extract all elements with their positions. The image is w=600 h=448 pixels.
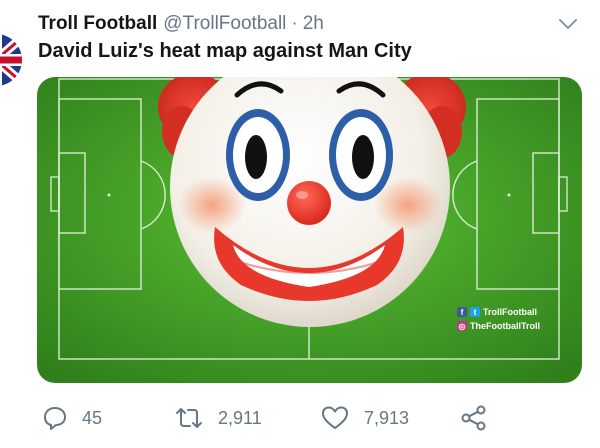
- tweet-actions: 45 2,911 7,913: [38, 398, 600, 438]
- twitter-icon: t: [470, 307, 480, 317]
- facebook-icon: f: [457, 307, 467, 317]
- tweet-time[interactable]: 2h: [303, 13, 324, 35]
- watermark-line2: TheFootballTroll: [470, 321, 540, 331]
- author-avatar[interactable]: [0, 24, 22, 96]
- tweet-header: Troll Football @TrollFootball · 2h: [38, 10, 580, 38]
- header-separator: ·: [291, 13, 298, 34]
- clown-heatmap-illustration: [37, 77, 582, 383]
- share-icon: [460, 405, 488, 431]
- watermark-line1: TrollFootball: [483, 307, 537, 317]
- watermark: f t TrollFootball ◎ TheFootballTroll: [457, 305, 567, 333]
- watermark-row-social: f t TrollFootball: [457, 305, 567, 319]
- tweet-image[interactable]: f t TrollFootball ◎ TheFootballTroll: [37, 77, 582, 383]
- reply-count: 45: [82, 407, 103, 428]
- author-name[interactable]: Troll Football: [38, 13, 157, 35]
- retweet-count: 2,911: [218, 407, 262, 428]
- share-button[interactable]: [460, 398, 488, 438]
- chevron-down-icon[interactable]: [556, 12, 580, 36]
- retweet-button[interactable]: 2,911: [174, 398, 262, 438]
- reply-button[interactable]: 45: [42, 398, 102, 438]
- like-button[interactable]: 7,913: [320, 398, 409, 438]
- author-handle[interactable]: @TrollFootball: [163, 13, 286, 35]
- tweet-text: David Luiz's heat map against Man City: [38, 40, 412, 62]
- like-count: 7,913: [364, 407, 410, 428]
- reply-icon: [42, 405, 68, 431]
- heart-icon: [320, 405, 350, 431]
- instagram-icon: ◎: [457, 321, 467, 331]
- retweet-icon: [174, 405, 204, 431]
- watermark-row-instagram: ◎ TheFootballTroll: [457, 319, 567, 333]
